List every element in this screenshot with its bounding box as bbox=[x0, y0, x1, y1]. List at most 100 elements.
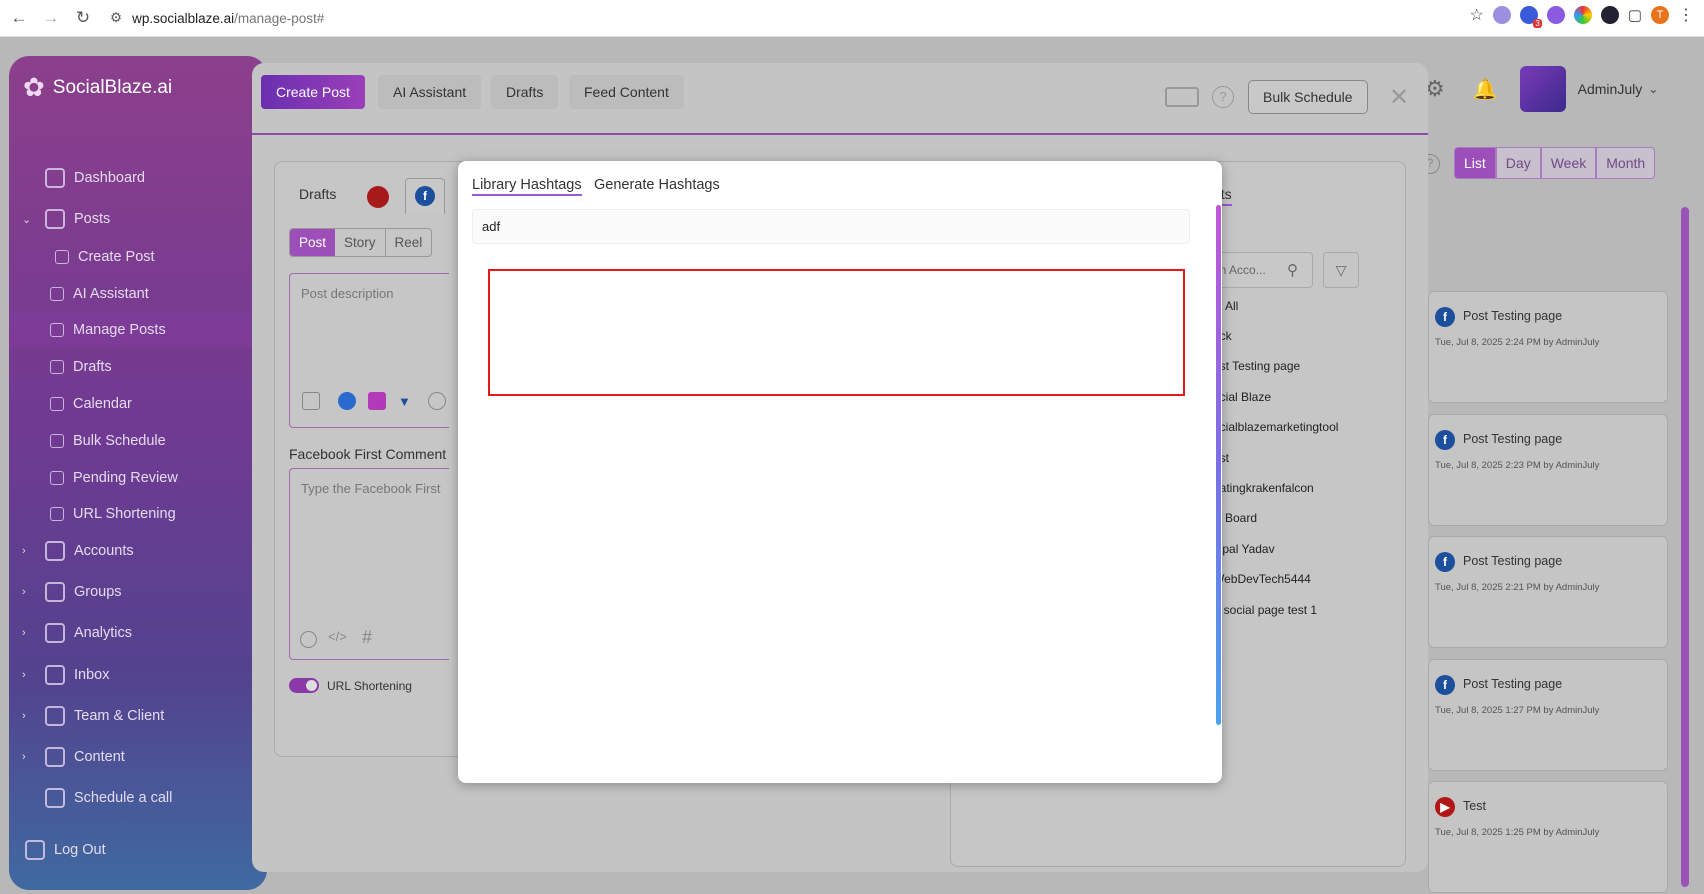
sidebar-item-accounts[interactable]: › Accounts bbox=[9, 534, 267, 568]
extension-icon[interactable] bbox=[1492, 6, 1511, 24]
account-item[interactable]: ocialblazemarketingtool bbox=[1213, 420, 1338, 434]
view-tab-month[interactable]: Month bbox=[1596, 147, 1656, 179]
page-scrollbar[interactable] bbox=[1681, 207, 1689, 887]
sidebar-item-drafts[interactable]: Drafts bbox=[9, 350, 267, 384]
sidebar-item-label: Bulk Schedule bbox=[73, 433, 166, 449]
sidebar-item-posts[interactable]: ⌄ Posts bbox=[9, 202, 267, 236]
post-card[interactable]: f Post Testing page Tue, Jul 8, 2025 2:21 … bbox=[1428, 536, 1668, 648]
extensions-puzzle-icon[interactable]: ▢ bbox=[1628, 6, 1642, 24]
account-item[interactable]: ost Testing page bbox=[1213, 359, 1300, 373]
forward-icon[interactable]: → bbox=[38, 5, 64, 31]
search-icon[interactable]: ⚲ bbox=[1287, 261, 1298, 279]
sidebar-item-logout[interactable]: Log Out bbox=[9, 833, 267, 867]
post-type-reel[interactable]: Reel bbox=[386, 229, 432, 256]
post-card-title: Post Testing page bbox=[1463, 554, 1563, 568]
sidebar-item-pending-review[interactable]: Pending Review bbox=[9, 461, 267, 495]
hashtag-icon[interactable]: # bbox=[362, 627, 372, 648]
first-comment-label: Facebook First Comment bbox=[289, 446, 447, 462]
edit-icon bbox=[45, 209, 65, 229]
sidebar-item-ai-assistant[interactable]: AI Assistant bbox=[9, 277, 267, 311]
tab-drafts[interactable]: Drafts bbox=[491, 75, 559, 109]
sidebar-item-label: Posts bbox=[74, 211, 111, 227]
emoji-icon[interactable] bbox=[428, 392, 446, 410]
sidebar-item-content[interactable]: › Content bbox=[9, 740, 267, 774]
emoji-icon[interactable] bbox=[300, 631, 317, 648]
post-card[interactable]: f Post Testing page Tue, Jul 8, 2025 2:24 … bbox=[1428, 291, 1668, 403]
bulk-schedule-icon bbox=[50, 434, 64, 448]
sidebar-item-create-post[interactable]: Create Post bbox=[9, 240, 267, 274]
design-tool-icon[interactable] bbox=[368, 392, 386, 410]
sidebar-item-label: Inbox bbox=[74, 667, 110, 683]
post-description-box[interactable]: Post description ▼ bbox=[289, 273, 449, 428]
view-tab-day[interactable]: Day bbox=[1495, 147, 1541, 179]
first-comment-box[interactable]: Type the Facebook First </> # bbox=[289, 468, 449, 660]
site-info-icon[interactable]: ⚙ bbox=[110, 10, 122, 26]
code-icon[interactable]: </> bbox=[328, 629, 347, 644]
address-bar[interactable]: ⚙ wp.socialblaze.ai/manage-post# bbox=[110, 10, 324, 26]
manage-posts-icon bbox=[50, 323, 64, 337]
content-icon bbox=[45, 747, 65, 767]
post-type-story[interactable]: Story bbox=[335, 229, 386, 256]
dialog-scrollbar[interactable] bbox=[1216, 205, 1221, 725]
browser-menu-icon[interactable]: ⋮ bbox=[1678, 5, 1694, 25]
bulk-schedule-button[interactable]: Bulk Schedule bbox=[1248, 80, 1368, 114]
view-tab-week[interactable]: Week bbox=[1540, 147, 1597, 179]
sidebar-item-label: Analytics bbox=[74, 625, 133, 641]
canva-icon[interactable] bbox=[338, 392, 356, 410]
bookmark-star-icon[interactable]: ☆ bbox=[1469, 5, 1483, 25]
analytics-icon bbox=[45, 623, 65, 643]
pen-extension-icon[interactable] bbox=[1546, 6, 1565, 24]
sidebar-item-dashboard[interactable]: Dashboard bbox=[9, 161, 267, 195]
tab-library-hashtags[interactable]: Library Hashtags bbox=[472, 177, 582, 196]
tab-generate-hashtags[interactable]: Generate Hashtags bbox=[594, 177, 720, 193]
sidebar-item-schedule-call[interactable]: Schedule a call bbox=[9, 781, 267, 815]
view-tab-list[interactable]: List bbox=[1454, 147, 1496, 179]
media-upload-icon[interactable] bbox=[302, 392, 320, 410]
dark-extension-icon[interactable] bbox=[1600, 6, 1619, 24]
sidebar-item-manage-posts[interactable]: Manage Posts bbox=[9, 313, 267, 347]
post-card[interactable]: f Post Testing page Tue, Jul 8, 2025 2:23 … bbox=[1428, 414, 1668, 526]
help-icon[interactable]: ? bbox=[1212, 86, 1234, 108]
notification-bell-icon[interactable]: 🔔 bbox=[1473, 77, 1498, 102]
youtube-icon[interactable] bbox=[367, 186, 389, 208]
account-item[interactable]: WebDevTech5444 bbox=[1213, 572, 1311, 586]
url-shortening-toggle[interactable] bbox=[289, 678, 319, 693]
filter-icon[interactable]: ▽ bbox=[1323, 252, 1359, 288]
tab-create-post[interactable]: Create Post bbox=[261, 75, 365, 109]
video-camera-icon[interactable] bbox=[1165, 87, 1199, 107]
sidebar-item-groups[interactable]: › Groups bbox=[9, 575, 267, 609]
account-item[interactable]: A social page test 1 bbox=[1213, 603, 1317, 617]
sidebar-item-team-client[interactable]: › Team & Client bbox=[9, 699, 267, 733]
color-extension-icon[interactable] bbox=[1573, 6, 1592, 24]
close-icon[interactable]: ✕ bbox=[1382, 80, 1416, 114]
hashtag-search-input[interactable] bbox=[472, 209, 1190, 244]
drafts-label[interactable]: Drafts bbox=[299, 186, 336, 202]
back-icon[interactable]: ← bbox=[6, 5, 32, 31]
sidebar-item-inbox[interactable]: › Inbox bbox=[9, 658, 267, 692]
sidebar-item-url-shortening[interactable]: URL Shortening bbox=[9, 497, 267, 531]
robot-icon bbox=[50, 287, 64, 301]
user-avatar[interactable] bbox=[1519, 66, 1566, 112]
sidebar-item-bulk-schedule[interactable]: Bulk Schedule bbox=[9, 424, 267, 458]
sidebar-item-analytics[interactable]: › Analytics bbox=[9, 616, 267, 650]
account-item[interactable]: oatingkrakenfalcon bbox=[1213, 481, 1314, 495]
tab-ai-assistant[interactable]: AI Assistant bbox=[378, 75, 482, 109]
post-card[interactable]: f Post Testing page Tue, Jul 8, 2025 1:27 … bbox=[1428, 659, 1668, 771]
profile-avatar[interactable]: T bbox=[1651, 6, 1669, 24]
user-name[interactable]: AdminJuly bbox=[1578, 81, 1643, 97]
chevron-down-icon[interactable]: ⌄ bbox=[1648, 82, 1658, 96]
post-card[interactable]: ▶ Test Tue, Jul 8, 2025 1:25 PM by AdminJu… bbox=[1428, 781, 1668, 893]
facebook-icon: f bbox=[415, 186, 435, 206]
facebook-tab-icon[interactable]: f bbox=[405, 178, 445, 214]
post-type-post[interactable]: Post bbox=[290, 229, 336, 256]
extension-badge-icon[interactable]: 3 bbox=[1519, 6, 1542, 28]
account-search-box[interactable]: an Acco... ⚲ bbox=[1213, 252, 1313, 288]
sidebar-item-calendar[interactable]: Calendar bbox=[9, 387, 267, 421]
tab-feed-content[interactable]: Feed Content bbox=[569, 75, 684, 109]
reload-icon[interactable]: ↻ bbox=[70, 5, 96, 31]
extension-badge: 3 bbox=[1533, 19, 1542, 28]
post-card-date: Tue, Jul 8, 2025 1:27 PM by AdminJuly bbox=[1435, 705, 1600, 716]
sidebar-item-label: Log Out bbox=[54, 842, 106, 858]
account-item[interactable]: aipal Yadav bbox=[1213, 542, 1275, 556]
vista-icon[interactable]: ▼ bbox=[398, 394, 411, 409]
